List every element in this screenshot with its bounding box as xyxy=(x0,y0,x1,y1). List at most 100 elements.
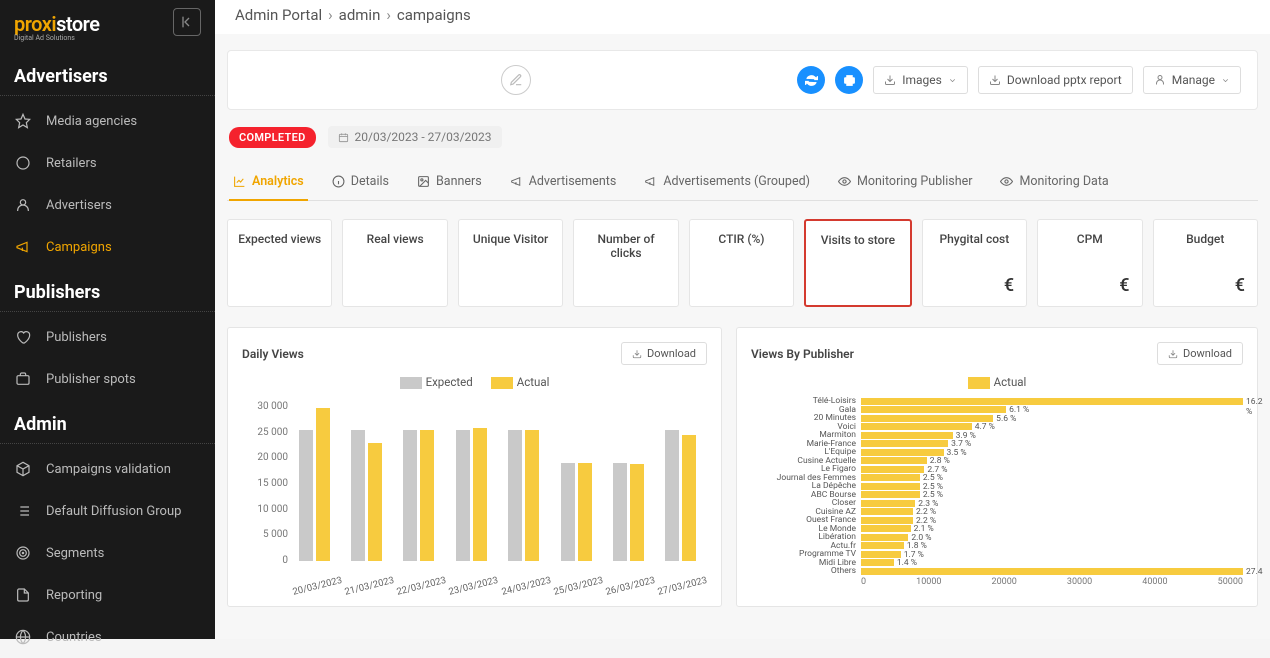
daily-views-chart: 05 00010 00015 00020 00025 00030 000 xyxy=(242,397,707,577)
download-button[interactable]: Download xyxy=(621,342,707,365)
kpi-card: CTIR (%) xyxy=(689,219,794,307)
bar-actual xyxy=(630,464,644,561)
breadcrumb-item[interactable]: campaigns xyxy=(397,6,471,24)
sidebar-item-label: Retailers xyxy=(46,156,97,171)
kpi-card: Unique Visitor xyxy=(458,219,563,307)
hbar-row: 20 Minutes5.6 % xyxy=(861,414,1243,423)
tab-bar: Analytics Details Banners Advertisements Adv… xyxy=(227,166,1258,201)
hbar-fill xyxy=(861,466,924,473)
sidebar: proxistore Digital Ad Solutions Advertis… xyxy=(0,0,215,639)
print-button[interactable] xyxy=(835,66,863,94)
tab-advertisements-grouped-[interactable]: Advertisements (Grouped) xyxy=(640,166,814,201)
sidebar-item-label: Countries xyxy=(46,630,102,645)
edit-button[interactable] xyxy=(501,65,531,95)
sidebar-item-campaigns-validation[interactable]: Campaigns validation xyxy=(0,448,215,490)
hbar-row: Actu.fr1.8 % xyxy=(861,542,1243,551)
info-icon xyxy=(332,175,345,188)
sidebar-item-retailers[interactable]: Retailers xyxy=(0,142,215,184)
hbar-row: Télé-Loisirs16.2 % xyxy=(861,397,1243,406)
daily-views-panel: Daily Views Download Expected Actual 05 … xyxy=(227,327,722,607)
hbar-fill xyxy=(861,423,972,430)
tab-label: Banners xyxy=(436,174,482,189)
tab-advertisements[interactable]: Advertisements xyxy=(506,166,621,201)
download-report-button[interactable]: Download pptx report xyxy=(978,66,1133,94)
chevron-down-icon xyxy=(948,76,957,85)
sidebar-item-publisher-spots[interactable]: Publisher spots xyxy=(0,358,215,400)
image-icon xyxy=(417,175,430,188)
sidebar-item-countries[interactable]: Countries xyxy=(0,616,215,658)
sidebar-item-label: Default Diffusion Group xyxy=(46,504,181,519)
hbar-row: Cuisine AZ2.2 % xyxy=(861,508,1243,517)
manage-dropdown[interactable]: Manage xyxy=(1143,66,1241,94)
tab-label: Advertisements xyxy=(529,174,617,189)
sidebar-item-segments[interactable]: Segments xyxy=(0,532,215,574)
kpi-card: CPM€ xyxy=(1037,219,1142,307)
kpi-value: € xyxy=(1119,275,1129,296)
campaign-header: Images Download pptx report Manage xyxy=(227,50,1258,110)
breadcrumb-item[interactable]: Admin Portal xyxy=(235,6,322,24)
hbar-label: Others xyxy=(751,567,856,576)
kpi-value: € xyxy=(1235,275,1245,296)
sidebar-collapse-button[interactable] xyxy=(173,8,201,36)
kpi-label: Visits to store xyxy=(816,233,899,247)
hbar-fill xyxy=(861,559,894,566)
bar-actual xyxy=(368,443,382,561)
kpi-card: Number of clicks xyxy=(573,219,678,307)
hbar-fill xyxy=(861,432,953,439)
status-badge: COMPLETED xyxy=(229,127,316,148)
tab-details[interactable]: Details xyxy=(328,166,393,201)
hbar-fill xyxy=(861,508,913,515)
kpi-card: Budget € xyxy=(1153,219,1258,307)
breadcrumb-item[interactable]: admin xyxy=(339,6,381,24)
megaphone-icon xyxy=(510,175,523,188)
sidebar-item-campaigns[interactable]: Campaigns xyxy=(0,226,215,268)
globe-icon xyxy=(14,628,32,646)
kpi-label: Phygital cost xyxy=(933,232,1016,246)
date-range-chip[interactable]: 20/03/2023 - 27/03/2023 xyxy=(328,126,502,148)
download-button[interactable]: Download xyxy=(1157,342,1243,365)
hbar-fill xyxy=(861,500,915,507)
tab-monitoring-publisher[interactable]: Monitoring Publisher xyxy=(834,166,976,201)
hbar-row: ABC Bourse2.5 % xyxy=(861,491,1243,500)
hbar-fill xyxy=(861,474,920,481)
kpi-label: Budget xyxy=(1164,232,1247,246)
images-dropdown[interactable]: Images xyxy=(873,66,968,94)
hbar-row: Libération2.0 % xyxy=(861,533,1243,542)
hbar-fill xyxy=(861,551,901,558)
bar-actual xyxy=(525,430,539,561)
panel-title: Daily Views xyxy=(242,347,304,361)
calendar-icon xyxy=(338,132,349,143)
eye-icon xyxy=(1000,175,1013,188)
eye-icon xyxy=(838,175,851,188)
main-content: Admin Portal › admin › campaigns Images xyxy=(215,0,1270,639)
hbar-row: L'Equipe3.5 % xyxy=(861,448,1243,457)
kpi-row: Expected viewsReal viewsUnique VisitorNu… xyxy=(227,219,1258,307)
sidebar-item-label: Campaigns xyxy=(46,240,112,255)
chart-legend: Actual xyxy=(751,375,1243,389)
tab-label: Details xyxy=(351,174,389,189)
hbar-row: Le Figaro2.7 % xyxy=(861,465,1243,474)
hbar-row: Cusine Actuelle2.8 % xyxy=(861,457,1243,466)
hbar-fill xyxy=(861,525,911,532)
hbar-row: Closer2.3 % xyxy=(861,499,1243,508)
sidebar-item-label: Campaigns validation xyxy=(46,462,171,477)
bar-expected xyxy=(403,430,417,561)
sidebar-item-advertisers[interactable]: Advertisers xyxy=(0,184,215,226)
sidebar-item-publishers[interactable]: Publishers xyxy=(0,316,215,358)
bar-actual xyxy=(420,430,434,561)
sidebar-item-media-agencies[interactable]: Media agencies xyxy=(0,100,215,142)
panel-title: Views By Publisher xyxy=(751,347,854,361)
sidebar-section-title: Publishers xyxy=(0,268,215,312)
sidebar-item-reporting[interactable]: Reporting xyxy=(0,574,215,616)
sidebar-item-label: Segments xyxy=(46,546,104,561)
chevron-right-icon: › xyxy=(328,6,333,24)
hbar-fill xyxy=(861,449,944,456)
tab-analytics[interactable]: Analytics xyxy=(229,166,308,201)
tab-monitoring-data[interactable]: Monitoring Data xyxy=(996,166,1112,201)
refresh-button[interactable] xyxy=(797,66,825,94)
hbar-fill xyxy=(861,491,920,498)
tab-label: Advertisements (Grouped) xyxy=(663,174,810,189)
sidebar-item-default-diffusion-group[interactable]: Default Diffusion Group xyxy=(0,490,215,532)
tab-banners[interactable]: Banners xyxy=(413,166,486,201)
hbar-row: Others27.4 xyxy=(861,567,1243,576)
